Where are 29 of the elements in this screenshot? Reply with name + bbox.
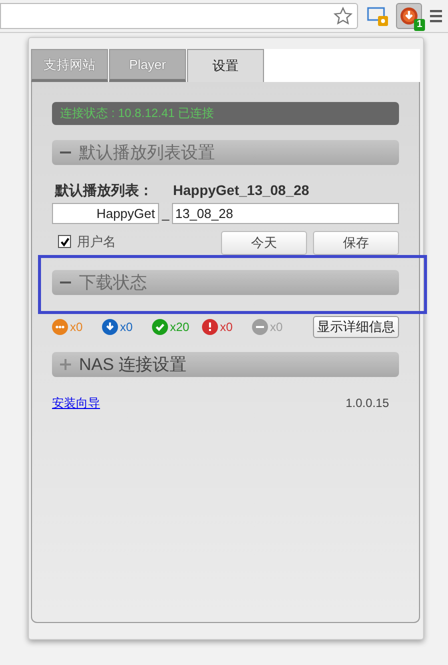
menu-icon[interactable] bbox=[430, 9, 442, 23]
prefix-field[interactable]: HappyGet bbox=[52, 203, 159, 224]
version-text: 1.0.0.15 bbox=[346, 395, 389, 412]
count-badge: 1 bbox=[414, 19, 425, 31]
count-text: x0 bbox=[220, 319, 233, 336]
check-icon bbox=[60, 236, 70, 246]
count-text: x0 bbox=[70, 319, 83, 336]
playlist-label: 默认播放列表： bbox=[55, 181, 153, 200]
suffix-field[interactable]: 13_08_28 bbox=[172, 203, 399, 224]
checkbox[interactable] bbox=[58, 235, 71, 248]
section-title: NAS 连接设置 bbox=[79, 354, 187, 376]
action-button[interactable]: 保存 bbox=[313, 231, 399, 255]
count-text: x20 bbox=[170, 319, 190, 336]
setup-wizard-link[interactable]: 安装向导 bbox=[52, 394, 100, 412]
playlist-preview: HappyGet_13_08_28 bbox=[173, 181, 310, 200]
star-icon[interactable] bbox=[333, 6, 353, 26]
details-button[interactable]: 显示详细信息 bbox=[313, 316, 399, 338]
count-text: x0 bbox=[270, 319, 283, 336]
section-title: 下载状态 bbox=[79, 272, 147, 294]
connection-status: 连接状态 : 10.8.12.41 已连接 bbox=[52, 102, 399, 125]
section-title: 默认播放列表设置 bbox=[79, 142, 215, 164]
count-text: x0 bbox=[120, 319, 133, 336]
separator-text: _ bbox=[162, 204, 170, 223]
tab[interactable]: 设置 bbox=[187, 49, 264, 82]
download-icon bbox=[400, 7, 418, 25]
section-header[interactable]: NAS 连接设置 bbox=[52, 352, 399, 377]
checkbox-label: 用户名 bbox=[77, 232, 116, 251]
extension-button[interactable]: 1 bbox=[396, 3, 422, 29]
action-button[interactable]: 今天 bbox=[221, 231, 307, 255]
